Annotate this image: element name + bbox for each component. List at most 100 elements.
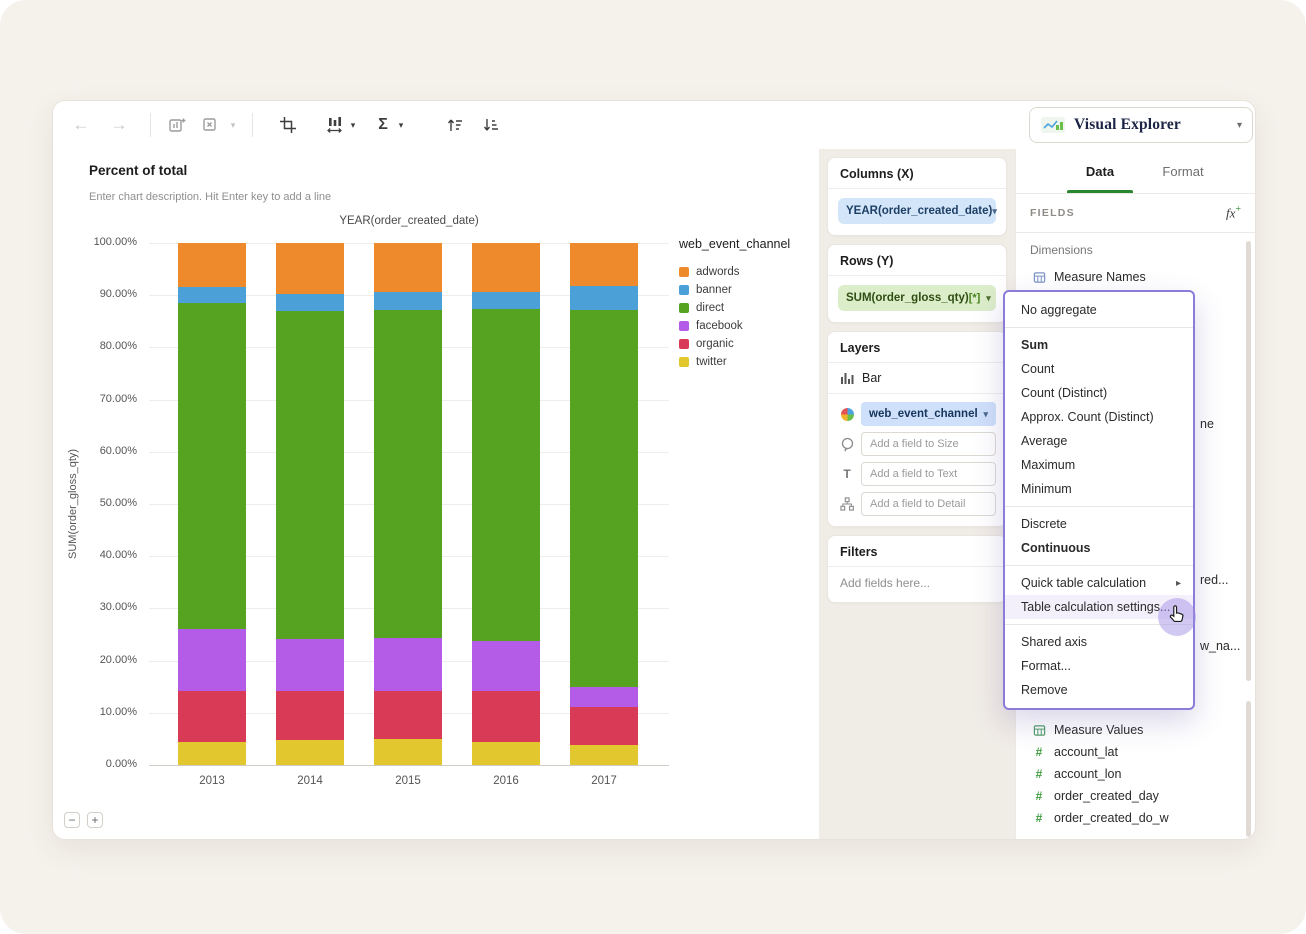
bar-segment-banner-2015[interactable] xyxy=(374,291,442,310)
legend-item-direct[interactable]: direct xyxy=(679,299,817,317)
menu-item-approx-count-distinct[interactable]: Approx. Count (Distinct) xyxy=(1005,405,1193,429)
chevron-down-icon: ▾ xyxy=(986,292,991,303)
field-item-account-lat[interactable]: # account_lat xyxy=(1016,741,1255,763)
detail-drop-zone[interactable]: Add a field to Detail xyxy=(861,492,996,516)
chevron-down-icon: ▾ xyxy=(230,119,236,130)
bar-segment-facebook-2017[interactable] xyxy=(570,687,638,708)
filters-drop-zone[interactable]: Add fields here... xyxy=(828,567,1006,602)
field-item-measure-names[interactable]: Measure Names xyxy=(1016,265,1255,289)
tab-data[interactable]: Data xyxy=(1060,149,1140,193)
zoom-in-button[interactable]: + xyxy=(87,812,103,828)
text-drop-zone[interactable]: Add a field to Text xyxy=(861,462,996,486)
sort-descending-button[interactable] xyxy=(477,101,505,149)
field-label: account_lon xyxy=(1054,767,1122,781)
field-item-measure-values[interactable]: Measure Values xyxy=(1016,719,1255,741)
layer-bar-row[interactable]: Bar xyxy=(828,363,1006,394)
menu-item-average[interactable]: Average xyxy=(1005,429,1193,453)
bar-segment-direct-2015[interactable] xyxy=(374,309,442,639)
bar-segment-adwords-2017[interactable] xyxy=(570,243,638,287)
fields-scrollbar[interactable] xyxy=(1246,241,1251,681)
legend-item-twitter[interactable]: twitter xyxy=(679,353,817,371)
tab-format[interactable]: Format xyxy=(1143,149,1223,193)
clear-chart-button[interactable] xyxy=(197,101,225,149)
text-shelf-icon: T xyxy=(843,467,851,481)
legend-items: adwords banner direct facebook organic twitte… xyxy=(679,263,817,371)
bar-segment-organic-2016[interactable] xyxy=(472,691,540,742)
bar-2014 xyxy=(276,243,344,765)
crop-button[interactable] xyxy=(274,101,302,149)
clear-chart-dropdown[interactable]: ▾ xyxy=(225,101,241,149)
bar-segment-banner-2014[interactable] xyxy=(276,293,344,311)
menu-item-continuous[interactable]: Continuous xyxy=(1005,536,1193,560)
menu-item-count-distinct[interactable]: Count (Distinct) xyxy=(1005,381,1193,405)
bar-segment-direct-2014[interactable] xyxy=(276,310,344,639)
back-button[interactable]: ← xyxy=(67,101,95,149)
bar-segment-banner-2016[interactable] xyxy=(472,292,540,310)
menu-item-maximum[interactable]: Maximum xyxy=(1005,453,1193,477)
chart-title[interactable]: Percent of total xyxy=(89,163,187,178)
add-calculated-field-button[interactable]: fx+ xyxy=(1226,204,1241,221)
menu-item-count[interactable]: Count xyxy=(1005,357,1193,381)
menu-item-shared-axis[interactable]: Shared axis xyxy=(1005,630,1193,654)
bar-segment-organic-2017[interactable] xyxy=(570,707,638,746)
menu-item-remove[interactable]: Remove xyxy=(1005,678,1193,702)
chart-description-placeholder[interactable]: Enter chart description. Hit Enter key t… xyxy=(89,191,331,203)
menu-item-quick-table-calculation[interactable]: Quick table calculation ▸ xyxy=(1005,571,1193,595)
bar-segment-twitter-2013[interactable] xyxy=(178,741,246,765)
rows-pill[interactable]: SUM(order_gloss_qty) [*] ▾ xyxy=(838,285,996,311)
duplicate-chart-button[interactable] xyxy=(163,101,191,149)
bar-segment-twitter-2016[interactable] xyxy=(472,741,540,765)
dimensions-label: Dimensions xyxy=(1030,243,1093,257)
bar-segment-organic-2014[interactable] xyxy=(276,690,344,740)
bar-segment-twitter-2014[interactable] xyxy=(276,739,344,765)
app-switcher-button[interactable]: Visual Explorer ▾ xyxy=(1029,107,1253,143)
columns-pill[interactable]: YEAR(order_created_date) ▾ xyxy=(838,198,997,224)
legend-item-organic[interactable]: organic xyxy=(679,335,817,353)
bar-segment-banner-2013[interactable] xyxy=(178,287,246,304)
aggregate-dropdown[interactable]: ▾ xyxy=(393,101,409,149)
menu-item-label: Count xyxy=(1021,362,1055,376)
menu-item-discrete[interactable]: Discrete xyxy=(1005,512,1193,536)
bar-segment-facebook-2016[interactable] xyxy=(472,641,540,692)
bar-segment-adwords-2014[interactable] xyxy=(276,243,344,294)
bar-segment-facebook-2013[interactable] xyxy=(178,629,246,691)
menu-item-no-aggregate[interactable]: No aggregate xyxy=(1005,298,1193,322)
bar-segment-facebook-2014[interactable] xyxy=(276,638,344,691)
legend-item-banner[interactable]: banner xyxy=(679,281,817,299)
field-item-order-created-do-w[interactable]: # order_created_do_w xyxy=(1016,807,1255,829)
bar-segment-organic-2013[interactable] xyxy=(178,690,246,742)
bar-2015 xyxy=(374,243,442,765)
measures-scrollbar[interactable] xyxy=(1246,701,1251,837)
bar-segment-direct-2016[interactable] xyxy=(472,309,540,642)
color-field-pill[interactable]: web_event_channel ▾ xyxy=(861,402,996,426)
field-item-account-lon[interactable]: # account_lon xyxy=(1016,763,1255,785)
forward-button[interactable]: → xyxy=(105,101,133,149)
bar-segment-organic-2015[interactable] xyxy=(374,690,442,740)
x-tick-label: 2014 xyxy=(297,775,323,787)
zoom-out-button[interactable]: − xyxy=(64,812,80,828)
bar-segment-twitter-2015[interactable] xyxy=(374,739,442,765)
bar-segment-adwords-2013[interactable] xyxy=(178,243,246,288)
bar-segment-direct-2013[interactable] xyxy=(178,303,246,630)
bar-segment-direct-2017[interactable] xyxy=(570,309,638,688)
menu-item-sum[interactable]: Sum xyxy=(1005,333,1193,357)
menu-item-format[interactable]: Format... xyxy=(1005,654,1193,678)
menu-item-minimum[interactable]: Minimum xyxy=(1005,477,1193,501)
bar-segment-banner-2017[interactable] xyxy=(570,286,638,310)
sort-descending-icon xyxy=(483,119,498,131)
number-icon: # xyxy=(1035,767,1043,781)
chevron-down-icon: ▾ xyxy=(1236,119,1242,131)
measure-values-icon xyxy=(1032,724,1046,737)
sort-ascending-button[interactable] xyxy=(441,101,469,149)
swap-axes-dropdown[interactable]: ▾ xyxy=(345,101,361,149)
menu-item-label: Minimum xyxy=(1021,482,1072,496)
size-drop-zone[interactable]: Add a field to Size xyxy=(861,432,996,456)
legend-item-facebook[interactable]: facebook xyxy=(679,317,817,335)
field-item-order-created-day[interactable]: # order_created_day xyxy=(1016,785,1255,807)
legend-item-adwords[interactable]: adwords xyxy=(679,263,817,281)
bar-segment-facebook-2015[interactable] xyxy=(374,638,442,691)
bar-segment-adwords-2015[interactable] xyxy=(374,243,442,292)
menu-item-label: No aggregate xyxy=(1021,303,1097,317)
bar-segment-twitter-2017[interactable] xyxy=(570,745,638,765)
bar-segment-adwords-2016[interactable] xyxy=(472,243,540,293)
